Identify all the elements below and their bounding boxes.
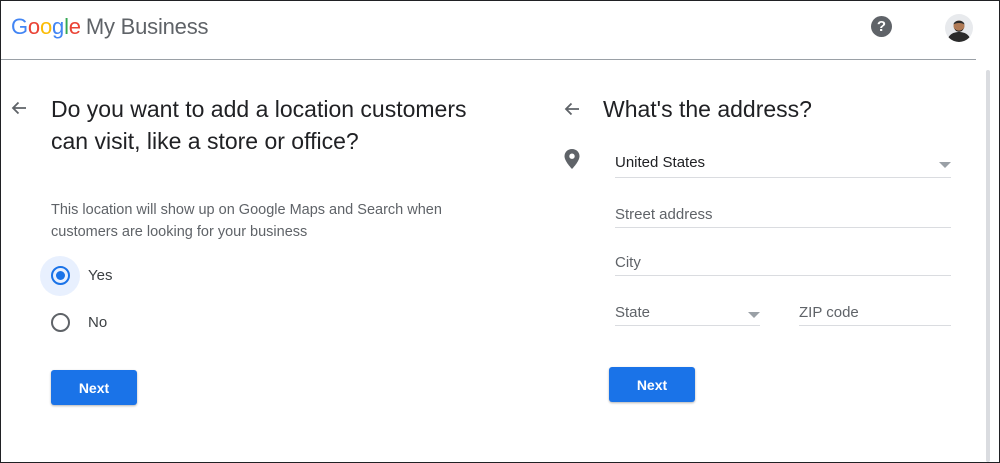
logo-letter-e: e [68, 14, 81, 39]
chevron-down-icon[interactable] [939, 162, 951, 168]
radio-option-no[interactable]: No [40, 303, 240, 343]
street-address-input[interactable] [615, 203, 951, 225]
state-select[interactable]: State [615, 304, 760, 326]
radio-option-yes[interactable]: Yes [40, 256, 240, 296]
country-select-value: United States [615, 154, 706, 171]
zip-code-field[interactable] [799, 301, 951, 326]
country-select[interactable]: United States [615, 154, 951, 178]
city-field[interactable] [615, 251, 951, 276]
scrollbar-thumb[interactable] [986, 70, 990, 462]
zip-code-input[interactable] [799, 301, 951, 323]
radio-label-yes: Yes [88, 267, 113, 284]
logo-letter-o2: o [39, 14, 53, 39]
address-title: What's the address? [603, 96, 812, 122]
back-arrow-icon[interactable] [9, 98, 29, 118]
radio-selected-dot [56, 271, 65, 280]
location-question-description: This location will show up on Google Map… [51, 202, 442, 240]
google-my-business-logo[interactable]: Google My Business [11, 14, 209, 40]
location-question-title: Do you want to add a location customers … [51, 96, 467, 154]
logo-letter-g: G [11, 14, 28, 39]
product-name: My Business [85, 14, 209, 39]
radio-button-yes[interactable] [51, 266, 70, 285]
logo-letter-g2: g [52, 14, 65, 39]
help-icon[interactable]: ? [871, 16, 892, 37]
next-button-address[interactable]: Next [609, 367, 695, 402]
city-input[interactable] [615, 251, 951, 273]
radio-button-no[interactable] [51, 313, 70, 332]
next-button-location[interactable]: Next [51, 370, 137, 405]
logo-letter-o1: o [27, 14, 40, 39]
street-address-field[interactable] [615, 203, 951, 228]
state-select-placeholder: State [615, 304, 651, 321]
avatar-icon[interactable] [945, 14, 973, 42]
top-app-bar: Google My Business ? [0, 0, 976, 60]
avatar-image [945, 14, 973, 42]
location-pin-icon [563, 148, 581, 170]
back-arrow-icon[interactable] [562, 99, 582, 119]
chevron-down-icon[interactable] [748, 312, 760, 318]
radio-label-no: No [88, 314, 108, 331]
